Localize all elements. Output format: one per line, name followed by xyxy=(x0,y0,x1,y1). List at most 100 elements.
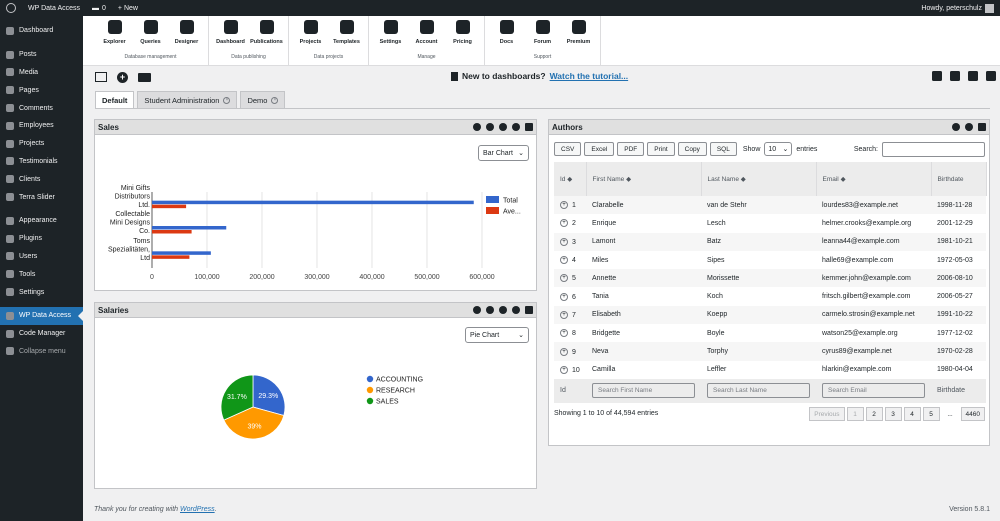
csv-button[interactable]: CSV xyxy=(554,142,582,156)
sidebar-item-13[interactable]: Tools xyxy=(0,265,83,283)
column-header-email[interactable]: Email ◆ xyxy=(816,162,932,196)
column-header-birthdate[interactable]: Birthdate xyxy=(931,162,987,196)
toolbar-button-0-2[interactable]: Designer xyxy=(170,20,203,45)
refresh-icon[interactable] xyxy=(512,123,520,131)
layout-2col-icon[interactable] xyxy=(950,71,960,81)
tab-default[interactable]: Default xyxy=(95,91,135,109)
copy-button[interactable]: Copy xyxy=(677,142,707,156)
tutorial-link[interactable]: Watch the tutorial... xyxy=(550,71,629,81)
toolbar-button-0-1[interactable]: Queries xyxy=(134,20,167,45)
column-header-first-name[interactable]: First Name ◆ xyxy=(586,162,702,196)
print-button[interactable]: Print xyxy=(647,142,675,156)
table-row[interactable]: +8 Bridgette Boyle watson25@example.org 1977… xyxy=(554,324,986,343)
toolbar-button-4-0[interactable]: Docs xyxy=(490,20,523,45)
gear-icon[interactable] xyxy=(499,123,507,131)
entries-select[interactable]: 10 ⌄ xyxy=(764,142,793,156)
window-icon[interactable] xyxy=(95,72,107,82)
tab-demo[interactable]: Demo × xyxy=(240,91,286,109)
pdf-button[interactable]: PDF xyxy=(617,142,645,156)
sidebar-item-3[interactable]: Pages xyxy=(0,81,83,99)
sidebar-item-8[interactable]: Clients xyxy=(0,170,83,188)
sidebar-item-6[interactable]: Projects xyxy=(0,135,83,153)
share-icon[interactable] xyxy=(952,123,960,131)
close-icon[interactable] xyxy=(978,123,986,131)
wp-logo-menu[interactable] xyxy=(0,0,22,16)
sidebar-item-12[interactable]: Users xyxy=(0,248,83,266)
column-header-id[interactable]: Id ◆ xyxy=(554,162,587,196)
sidebar-item-0[interactable]: Dashboard xyxy=(0,22,83,40)
close-icon[interactable] xyxy=(525,123,533,131)
expand-row-icon[interactable]: + xyxy=(560,365,568,374)
excel-button[interactable]: Excel xyxy=(584,142,615,156)
toolbar-button-1-1[interactable]: Publications xyxy=(250,20,283,45)
sidebar-item-17[interactable]: Collapse menu xyxy=(0,343,83,361)
sidebar-item-14[interactable]: Settings xyxy=(0,283,83,301)
page-button[interactable]: 1 xyxy=(846,407,864,421)
search-first-name-input[interactable]: Search First Name xyxy=(592,383,695,399)
table-row[interactable]: +6 Tania Koch fritsch.gilbert@example.com 20… xyxy=(554,287,986,306)
toolbar-button-3-2[interactable]: Pricing xyxy=(446,20,479,45)
expand-row-icon[interactable]: + xyxy=(560,256,568,265)
share-icon[interactable] xyxy=(473,306,481,314)
sidebar-item-16[interactable]: Code Manager xyxy=(0,325,83,343)
toolbar-button-0-0[interactable]: Explorer xyxy=(98,20,131,45)
toolbar-button-3-1[interactable]: Account xyxy=(410,20,443,45)
close-icon[interactable]: × xyxy=(223,96,231,104)
page-button[interactable]: 5 xyxy=(922,407,940,421)
table-row[interactable]: +4 Miles Sipes halle69@example.com 1972-05-0… xyxy=(554,250,986,270)
sidebar-item-4[interactable]: Comments xyxy=(0,99,83,117)
sidebar-item-11[interactable]: Plugins xyxy=(0,230,83,248)
share-icon[interactable] xyxy=(473,123,481,131)
layout-3col-icon[interactable] xyxy=(968,71,978,81)
page-button[interactable]: Previous xyxy=(809,407,845,421)
expand-row-icon[interactable]: + xyxy=(560,329,568,338)
search-last-name-input[interactable]: Search Last Name xyxy=(707,383,810,399)
site-name-link[interactable]: WP Data Access xyxy=(22,0,86,16)
search-email-input[interactable]: Search Email xyxy=(822,383,925,399)
gear-icon[interactable] xyxy=(499,306,507,314)
expand-row-icon[interactable]: + xyxy=(560,219,568,228)
sidebar-item-2[interactable]: Media xyxy=(0,64,83,82)
palette-icon[interactable] xyxy=(486,306,494,314)
table-row[interactable]: +2 Enrique Lesch helmer.crooks@example.org 2… xyxy=(554,214,986,233)
sidebar-item-9[interactable]: Terra Slider xyxy=(0,188,83,206)
table-row[interactable]: +1 Clarabelle van de Stehr lourdes83@exampl… xyxy=(554,196,986,215)
toolbar-button-3-0[interactable]: Settings xyxy=(374,20,407,45)
account-menu[interactable]: Howdy, peterschulz xyxy=(915,0,1000,16)
close-icon[interactable]: × xyxy=(271,96,279,104)
table-row[interactable]: +10 Camilla Leffler hlarkin@example.com 1980… xyxy=(554,360,986,379)
refresh-icon[interactable] xyxy=(965,123,973,131)
layout-1col-icon[interactable] xyxy=(932,71,942,81)
expand-row-icon[interactable]: + xyxy=(560,237,568,246)
toolbar-button-4-1[interactable]: Forum xyxy=(526,20,559,45)
toolbar-button-1-0[interactable]: Dashboard xyxy=(214,20,247,45)
page-button[interactable]: 2 xyxy=(865,407,883,421)
trash-icon[interactable] xyxy=(451,71,458,81)
page-button[interactable]: 4460 xyxy=(960,407,985,421)
refresh-icon[interactable] xyxy=(512,306,520,314)
table-row[interactable]: +9 Neva Torphy cyrus89@example.net 1970-02-2… xyxy=(554,342,986,361)
wordpress-link[interactable]: WordPress xyxy=(180,506,215,513)
palette-icon[interactable] xyxy=(486,123,494,131)
expand-row-icon[interactable]: + xyxy=(560,274,568,283)
expand-row-icon[interactable]: + xyxy=(560,201,568,210)
table-row[interactable]: +7 Elisabeth Koepp carmelo.strosin@example.… xyxy=(554,305,986,325)
toolbar-button-2-0[interactable]: Projects xyxy=(294,20,327,45)
toolbar-button-4-2[interactable]: Premium xyxy=(562,20,595,45)
page-button[interactable]: 3 xyxy=(884,407,902,421)
table-row[interactable]: +5 Annette Morissette kemmer.john@example.c… xyxy=(554,269,986,288)
column-header-last-name[interactable]: Last Name ◆ xyxy=(701,162,817,196)
sql-button[interactable]: SQL xyxy=(709,142,737,156)
toolbar-button-2-1[interactable]: Templates xyxy=(330,20,363,45)
layout-4col-icon[interactable] xyxy=(986,71,996,81)
new-content-link[interactable]: + New xyxy=(112,0,144,16)
search-input[interactable] xyxy=(882,142,985,157)
sidebar-item-7[interactable]: Testimonials xyxy=(0,153,83,171)
sidebar-item-15[interactable]: WP Data Access xyxy=(0,306,83,325)
folder-open-icon[interactable] xyxy=(138,72,151,82)
comments-link[interactable]: ▬ 0 xyxy=(86,0,112,16)
tab-student-administration[interactable]: Student Administration × xyxy=(137,91,238,109)
expand-row-icon[interactable]: + xyxy=(560,292,568,301)
sidebar-item-10[interactable]: Appearance xyxy=(0,212,83,230)
sidebar-item-1[interactable]: Posts xyxy=(0,46,83,64)
